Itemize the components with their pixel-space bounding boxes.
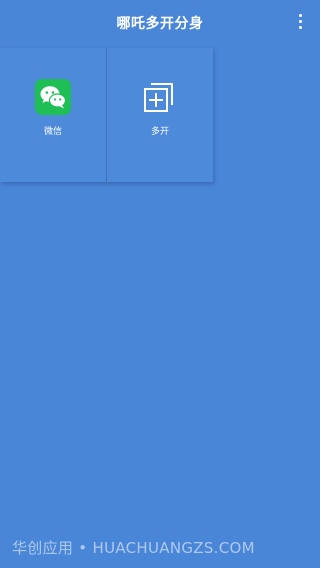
app-tile-label: 多开 [150,127,169,137]
page-title: 哪吒多开分身 [116,16,204,32]
add-clone-tile[interactable]: 多开 [107,48,213,182]
app-tile-wechat[interactable]: 微信 [0,48,106,182]
more-menu-button[interactable] [296,14,304,34]
app-screen: 哪吒多开分身 微信 多开 华创应用 • HUACHUANGZS.COM [0,0,320,568]
top-bar: 哪吒多开分身 [0,0,320,46]
wechat-icon [35,79,71,115]
watermark-text: 华创应用 • HUACHUANGZS.COM [12,539,255,557]
more-vertical-icon [298,14,302,17]
add-clone-icon [141,79,177,115]
app-grid: 微信 多开 [0,48,213,182]
app-tile-label: 微信 [43,127,62,137]
